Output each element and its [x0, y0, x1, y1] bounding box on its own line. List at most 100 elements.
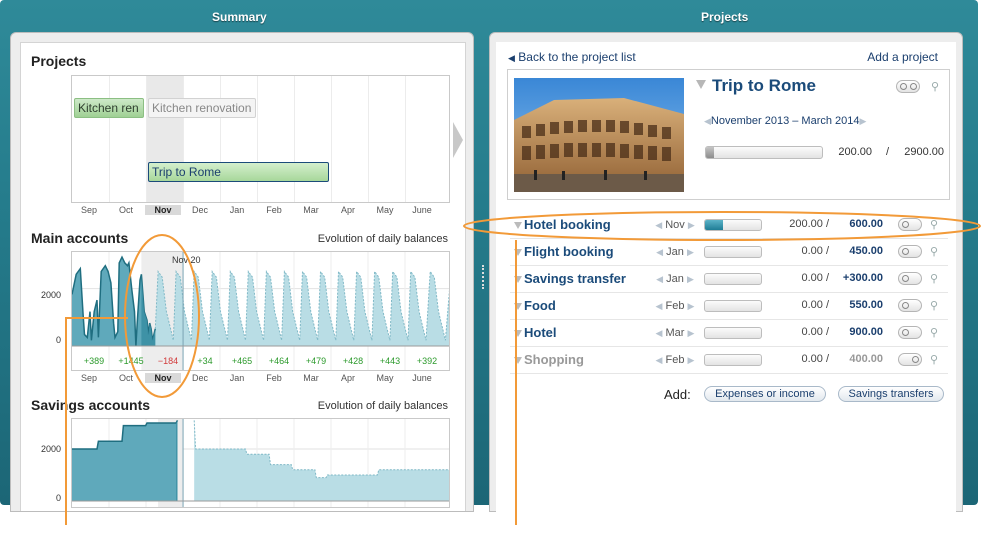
row-value: 0.00 / — [765, 299, 829, 311]
month-prev-icon[interactable]: ◀ — [656, 355, 663, 365]
project-item-row[interactable]: Hotel ◀ Mar ▶ 0.00 / 900.00 ⚲ — [510, 320, 948, 347]
month-next-icon[interactable]: ▶ — [688, 355, 695, 365]
month-next-icon[interactable]: ▶ — [688, 328, 695, 338]
row-separator: / — [825, 299, 829, 311]
row-progress-bar — [704, 300, 762, 312]
row-toggle[interactable] — [898, 272, 922, 285]
row-total[interactable]: +300.00 — [835, 272, 883, 284]
row-month[interactable]: ◀ Feb ▶ — [650, 300, 700, 312]
add-savings-transfers-button[interactable]: Savings transfers — [838, 386, 944, 402]
month-prev-icon[interactable]: ◀ — [656, 301, 663, 311]
project-progress-bar — [705, 146, 823, 159]
row-name[interactable]: Hotel — [524, 325, 557, 340]
row-expand-icon[interactable] — [514, 249, 522, 256]
month-label-apr: Apr — [340, 373, 355, 383]
row-search-icon[interactable]: ⚲ — [930, 326, 938, 339]
project-title[interactable]: Trip to Rome — [712, 76, 816, 96]
summary-panel: Projects Kitchen ren Kitchen renovation … — [10, 32, 474, 512]
add-expenses-button[interactable]: Expenses or income — [704, 386, 826, 402]
row-month[interactable]: ◀ Jan ▶ — [650, 273, 700, 285]
month-label-jan: Jan — [229, 205, 245, 215]
row-expand-icon[interactable] — [514, 222, 522, 229]
add-project-link[interactable]: Add a project — [867, 50, 938, 64]
row-month[interactable]: ◀ Jan ▶ — [650, 246, 700, 258]
project-toggle[interactable] — [896, 80, 920, 93]
month-prev-icon[interactable]: ◀ — [656, 328, 663, 338]
month-label-sep: Sep — [80, 373, 97, 383]
month-next-icon[interactable]: ▶ — [688, 220, 695, 230]
row-toggle[interactable] — [898, 245, 922, 258]
row-month[interactable]: ◀ Mar ▶ — [650, 327, 700, 339]
row-month[interactable]: ◀ Nov ▶ — [650, 219, 700, 231]
month-prev-icon[interactable]: ◀ — [656, 274, 663, 284]
row-search-icon[interactable]: ⚲ — [930, 272, 938, 285]
project-item-row[interactable]: Savings transfer ◀ Jan ▶ 0.00 / +300.00 ⚲ — [510, 266, 948, 293]
month-delta-label: +428 — [343, 356, 363, 366]
month-prev-icon[interactable]: ◀ — [655, 220, 662, 230]
date-next-icon[interactable]: ▶ — [860, 116, 867, 126]
row-progress-bar — [704, 273, 762, 285]
row-search-icon[interactable]: ⚲ — [930, 353, 938, 366]
row-value-amount: 0.00 — [801, 299, 823, 311]
project-separator: / — [886, 146, 890, 158]
row-toggle[interactable] — [898, 299, 922, 312]
row-total[interactable]: 400.00 — [835, 353, 883, 365]
resize-handle-icon[interactable] — [482, 265, 484, 289]
row-month-label: Feb — [665, 354, 685, 366]
row-toggle[interactable] — [898, 353, 922, 366]
row-value-amount: 0.00 — [801, 272, 823, 284]
row-search-icon[interactable]: ⚲ — [930, 245, 938, 258]
savings-accounts-subtitle: Evolution of daily balances — [317, 400, 448, 412]
month-label-mar: Mar — [303, 205, 319, 215]
row-name[interactable]: Savings transfer — [524, 271, 626, 286]
project-item-row[interactable]: Food ◀ Feb ▶ 0.00 / 550.00 ⚲ — [510, 293, 948, 320]
detail-collapse-icon[interactable] — [696, 80, 706, 89]
row-value-amount: 0.00 — [801, 245, 823, 257]
row-total[interactable]: 600.00 — [835, 218, 883, 230]
row-expand-icon[interactable] — [514, 276, 522, 283]
timeline-bar-kitchen-active[interactable]: Kitchen ren — [74, 98, 144, 118]
project-item-row[interactable]: Flight booking ◀ Jan ▶ 0.00 / 450.00 ⚲ — [510, 239, 948, 266]
project-search-icon[interactable]: ⚲ — [931, 80, 939, 93]
month-label-apr: Apr — [340, 205, 355, 215]
timeline-bar-trip-to-rome[interactable]: Trip to Rome — [148, 162, 329, 182]
row-expand-icon[interactable] — [514, 303, 522, 310]
row-toggle[interactable] — [898, 218, 922, 231]
app-window: Summary Projects Projects Kitchen ren Ki… — [0, 0, 978, 512]
month-delta-label: +34 — [197, 356, 212, 366]
future-balance-area — [194, 420, 449, 501]
row-expand-icon[interactable] — [514, 357, 522, 364]
project-item-row[interactable]: Hotel booking ◀ Nov ▶ 200.00 / 600.00 ⚲ — [510, 212, 948, 239]
row-total[interactable]: 550.00 — [835, 299, 883, 311]
row-toggle[interactable] — [898, 326, 922, 339]
month-next-icon[interactable]: ▶ — [687, 247, 694, 257]
row-name[interactable]: Shopping — [524, 352, 584, 367]
row-expand-icon[interactable] — [514, 330, 522, 337]
row-name[interactable]: Flight booking — [524, 244, 614, 259]
project-date-range[interactable]: ◀November 2013 – March 2014▶ — [704, 115, 866, 127]
month-next-icon[interactable]: ▶ — [688, 301, 695, 311]
row-search-icon[interactable]: ⚲ — [930, 299, 938, 312]
month-label-mar: Mar — [303, 373, 319, 383]
timeline-gridline — [368, 76, 369, 202]
row-name[interactable]: Food — [524, 298, 556, 313]
past-balance-area — [72, 420, 178, 501]
row-month[interactable]: ◀ Feb ▶ — [650, 354, 700, 366]
date-prev-icon[interactable]: ◀ — [704, 116, 711, 126]
row-search-icon[interactable]: ⚲ — [930, 218, 938, 231]
row-total[interactable]: 450.00 — [835, 245, 883, 257]
row-month-label: Jan — [666, 273, 684, 285]
row-progress-fill — [705, 220, 724, 230]
savings-accounts-title: Savings accounts — [31, 397, 151, 413]
timeline-bar-kitchen-ghost[interactable]: Kitchen renovation — [148, 98, 256, 118]
project-detail-box: Trip to Rome ⚲ ◀November 2013 – March 20… — [507, 69, 950, 200]
month-label-jan: Jan — [229, 373, 245, 383]
row-name[interactable]: Hotel booking — [524, 217, 611, 232]
main-accounts-chart: +389 +1445 −184 +34 +465 +464 +479 +428 +443 +392… — [71, 251, 450, 371]
back-link-label: Back to the project list — [518, 50, 636, 64]
project-item-row[interactable]: Shopping ◀ Feb ▶ 0.00 / 400.00 ⚲ — [510, 347, 948, 374]
month-next-icon[interactable]: ▶ — [687, 274, 694, 284]
row-total[interactable]: 900.00 — [835, 326, 883, 338]
month-prev-icon[interactable]: ◀ — [656, 247, 663, 257]
back-to-project-list-link[interactable]: ◀ Back to the project list — [508, 50, 636, 64]
